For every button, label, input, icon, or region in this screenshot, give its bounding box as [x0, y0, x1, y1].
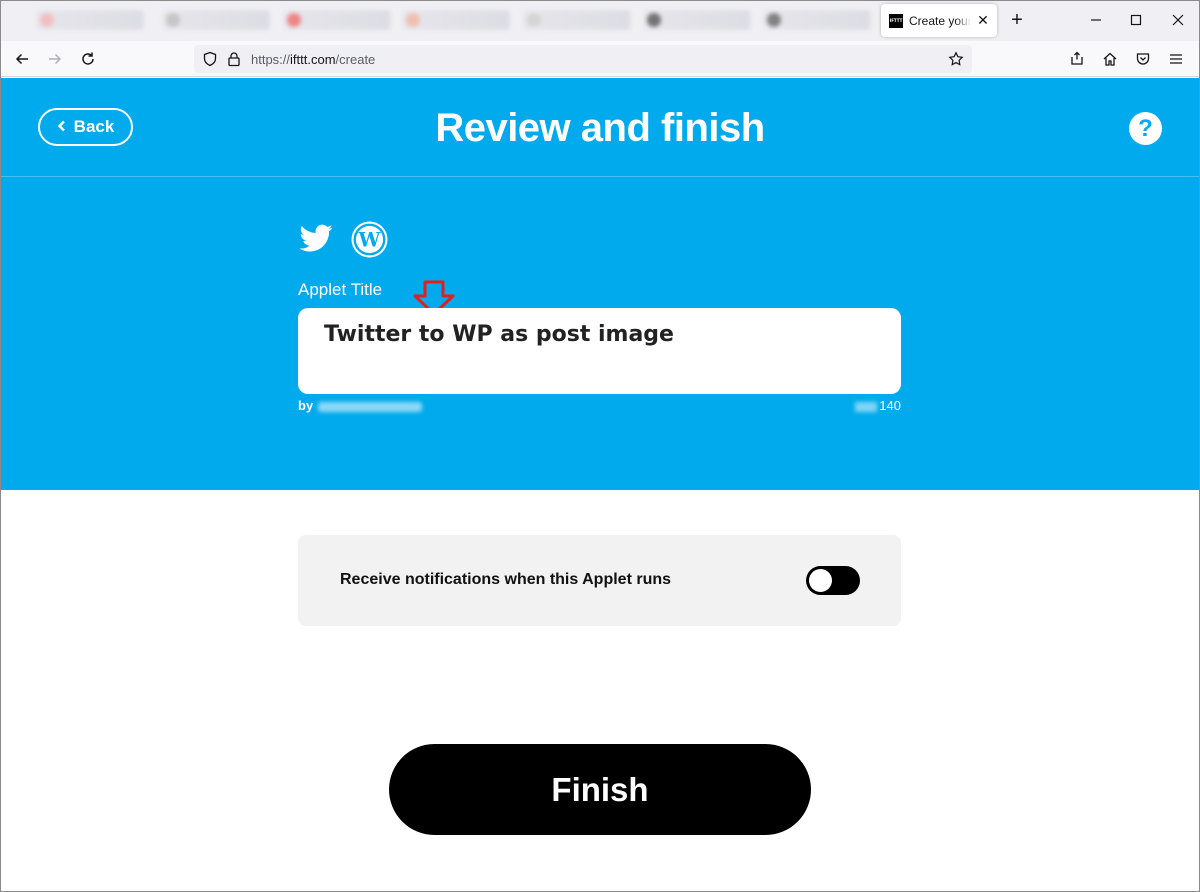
blurred-tab[interactable]	[523, 10, 631, 30]
review-header-section: Back Review and finish ? W Applet Title …	[0, 78, 1200, 490]
applet-title-input[interactable]: Twitter to WP as post image	[298, 308, 901, 394]
notifications-label: Receive notifications when this Applet r…	[340, 571, 672, 588]
char-limit: 140	[879, 398, 901, 413]
notifications-toggle[interactable]	[806, 566, 860, 595]
blurred-tab[interactable]	[643, 10, 751, 30]
author-prefix: by	[298, 398, 314, 413]
home-icon[interactable]	[1098, 47, 1122, 71]
notifications-card: Receive notifications when this Applet r…	[298, 535, 901, 626]
twitter-icon	[298, 221, 334, 257]
close-window-icon[interactable]	[1163, 8, 1193, 32]
shield-icon[interactable]	[202, 51, 218, 72]
maximize-icon[interactable]	[1121, 8, 1151, 32]
finish-button[interactable]: Finish	[389, 744, 811, 835]
svg-text:W: W	[358, 229, 382, 252]
minimize-icon[interactable]	[1081, 8, 1111, 32]
menu-icon[interactable]	[1164, 47, 1188, 71]
wordpress-icon: W	[351, 221, 388, 258]
lock-icon[interactable]	[226, 51, 242, 72]
url-bar[interactable]: https://ifttt.com/create	[194, 45, 972, 73]
forward-arrow-icon[interactable]	[43, 47, 67, 71]
browser-nav-bar: https://ifttt.com/create	[0, 41, 1200, 77]
char-count-redacted	[855, 401, 878, 412]
applet-title-label: Applet Title	[298, 280, 383, 299]
toggle-knob	[809, 569, 832, 592]
blurred-tab[interactable]	[36, 10, 144, 30]
url-text: https://ifttt.com/create	[251, 52, 376, 67]
author-line: by	[298, 398, 423, 413]
page-title: Review and finish	[435, 106, 765, 150]
ifttt-favicon-icon: IFTTT	[889, 13, 903, 28]
divider	[0, 176, 1200, 177]
bookmark-star-icon[interactable]	[948, 51, 964, 72]
close-icon[interactable]: ✕	[975, 12, 991, 29]
blurred-tab[interactable]	[162, 10, 270, 30]
reload-icon[interactable]	[76, 47, 100, 71]
help-icon[interactable]: ?	[1129, 112, 1162, 145]
author-name-redacted	[318, 401, 423, 412]
pocket-icon[interactable]	[1131, 47, 1155, 71]
pocket-save-icon[interactable]	[1065, 47, 1089, 71]
browser-tab-strip: IFTTT Create your own ✕ +	[0, 0, 1200, 41]
blurred-tab[interactable]	[763, 10, 871, 30]
back-arrow-icon[interactable]	[10, 47, 34, 71]
char-counter: 140	[820, 398, 901, 413]
active-tab-title: Create your own	[909, 13, 971, 28]
blurred-tab[interactable]	[402, 10, 510, 30]
blurred-tab[interactable]	[283, 10, 391, 30]
new-tab-button[interactable]: +	[1006, 8, 1028, 32]
active-tab[interactable]: IFTTT Create your own ✕	[881, 4, 997, 37]
